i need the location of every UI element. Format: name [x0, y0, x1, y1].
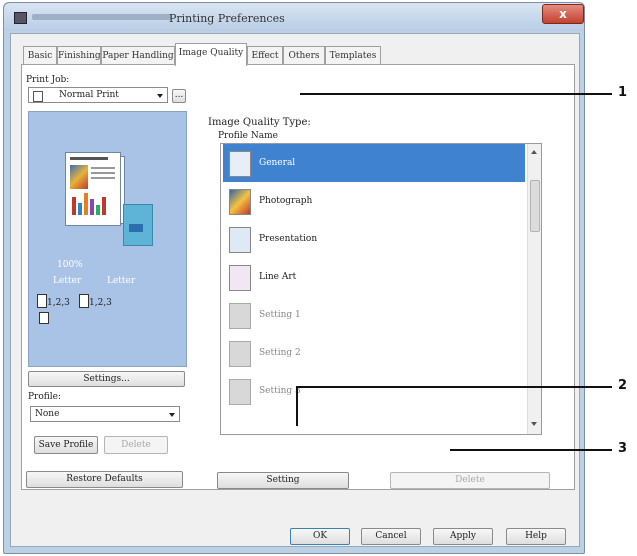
presentation-doc-icon	[229, 227, 251, 253]
list-item-label: Setting 1	[259, 310, 301, 320]
collate-b: 1,2,3	[89, 298, 112, 308]
restore-defaults-button[interactable]: Restore Defaults	[26, 471, 183, 488]
image-quality-panel: Print Job: Normal Print ... 100% Letter …	[21, 64, 575, 490]
preview-image	[70, 165, 88, 189]
document-icon	[33, 91, 43, 102]
tab-finishing[interactable]: Finishing	[57, 46, 101, 65]
custom-setting-icon	[229, 341, 251, 367]
collate-a: 1,2,3	[47, 298, 70, 308]
ok-button[interactable]: OK	[290, 528, 350, 545]
callout-line-2-vertical	[296, 386, 298, 426]
callout-3: 3	[618, 441, 628, 456]
image-quality-type-label: Image Quality Type:	[208, 117, 311, 128]
scroll-down-icon[interactable]	[531, 422, 537, 426]
profile-label: Profile:	[28, 392, 62, 402]
list-item-setting-2[interactable]: Setting 2	[223, 334, 525, 372]
list-item-setting-3[interactable]: Setting 3	[223, 372, 525, 410]
list-item-label: Setting 2	[259, 348, 301, 358]
tab-templates[interactable]: Templates	[325, 46, 381, 65]
callout-line-1	[300, 93, 612, 95]
print-preview: 100% Letter Letter 1,2,3 1,2,3	[28, 111, 187, 367]
printer-icon	[14, 12, 27, 24]
help-button[interactable]: Help	[506, 528, 566, 545]
profile-value: None	[35, 409, 60, 419]
apply-button[interactable]: Apply	[433, 528, 493, 545]
line-art-doc-icon	[229, 265, 251, 291]
feed-arrow-icon	[129, 224, 143, 232]
chevron-down-icon	[169, 413, 175, 417]
print-job-select[interactable]: Normal Print	[28, 87, 168, 103]
chevron-down-icon	[157, 94, 163, 98]
stack-icon	[37, 294, 47, 308]
printing-preferences-window: Printing Preferences x Basic Finishing P…	[3, 2, 585, 554]
list-item-setting-1[interactable]: Setting 1	[223, 296, 525, 334]
list-item-line-art[interactable]: Line Art	[223, 258, 525, 296]
list-item-photograph[interactable]: Photograph	[223, 182, 525, 220]
preview-zoom: 100%	[57, 260, 83, 270]
document-icon	[39, 312, 49, 324]
list-item-label: Presentation	[259, 234, 318, 244]
profile-select[interactable]: None	[30, 406, 180, 422]
tab-basic[interactable]: Basic	[23, 46, 57, 65]
tab-image-quality[interactable]: Image Quality	[175, 43, 247, 66]
custom-setting-icon	[229, 379, 251, 405]
photograph-doc-icon	[229, 189, 251, 215]
list-item-general[interactable]: General	[223, 144, 525, 182]
stack-icon	[79, 294, 89, 308]
tab-effect[interactable]: Effect	[247, 46, 283, 65]
print-job-value: Normal Print	[59, 90, 119, 100]
callout-2: 2	[618, 378, 628, 393]
printer-name-blurred	[32, 14, 172, 20]
print-job-more-button[interactable]: ...	[172, 89, 186, 103]
list-item-label: General	[259, 158, 296, 168]
list-item-presentation[interactable]: Presentation	[223, 220, 525, 258]
dialog-body: Basic Finishing Paper Handling Image Qua…	[10, 33, 580, 547]
preview-paper-left: Letter	[53, 276, 82, 286]
preview-page-front	[65, 152, 121, 226]
list-item-label: Setting 3	[259, 386, 301, 396]
window-title: Printing Preferences	[169, 12, 285, 25]
list-scrollbar[interactable]	[527, 144, 541, 434]
scroll-thumb[interactable]	[530, 180, 540, 232]
preview-paper-right: Letter	[107, 276, 136, 286]
scroll-up-icon[interactable]	[531, 150, 537, 154]
general-doc-icon	[229, 151, 251, 177]
tab-others[interactable]: Others	[283, 46, 325, 65]
list-item-label: Line Art	[259, 272, 297, 282]
callout-1: 1	[618, 85, 628, 100]
custom-setting-icon	[229, 303, 251, 329]
close-button[interactable]: x	[542, 4, 584, 24]
delete-button[interactable]: Delete	[390, 472, 550, 489]
title-bar[interactable]: Printing Preferences x	[4, 3, 584, 31]
profile-name-label: Profile Name	[218, 131, 278, 141]
print-job-label: Print Job:	[26, 75, 70, 85]
save-profile-button[interactable]: Save Profile	[34, 436, 98, 454]
callout-line-3	[450, 449, 612, 451]
profile-list[interactable]: General Photograph Presentation Line Art…	[220, 143, 542, 435]
setting-button[interactable]: Setting	[217, 472, 349, 489]
settings-button[interactable]: Settings...	[28, 371, 185, 387]
callout-line-2	[296, 386, 612, 388]
cancel-button[interactable]: Cancel	[361, 528, 421, 545]
tab-paper-handling[interactable]: Paper Handling	[101, 46, 175, 65]
list-item-label: Photograph	[259, 196, 313, 206]
delete-profile-button[interactable]: Delete	[104, 436, 168, 454]
